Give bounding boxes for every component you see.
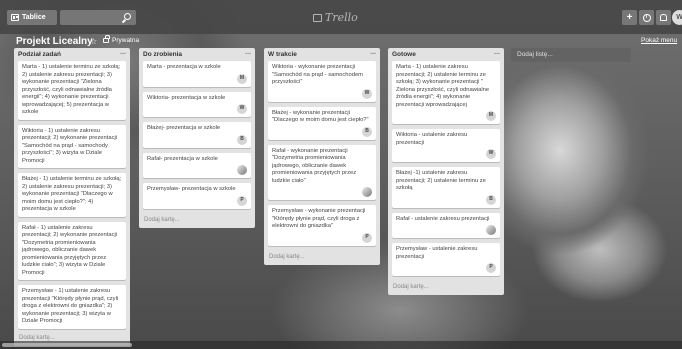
- card-title: Przemysław - ustalenie zakresu prezentac…: [396, 246, 478, 260]
- card-title: Wiktoria - wykonanie prezentacji "Samoch…: [272, 64, 363, 85]
- member-avatar[interactable]: B: [237, 134, 247, 145]
- list-menu-icon[interactable]: ...: [120, 49, 126, 56]
- boards-button[interactable]: Tablice: [7, 10, 57, 25]
- card-title: Rafał - ustalenie zakresu prezentacji: [396, 215, 490, 222]
- card-title: Błażej - wykonanie prezentacji "Dlaczego…: [272, 109, 369, 124]
- list-header[interactable]: W trakcie ...: [264, 48, 380, 61]
- board-icon: [11, 14, 19, 21]
- boards-button-label: Tablice: [22, 14, 46, 21]
- list-card[interactable]: Rafał - ustalenie zakresu prezentacji: [392, 212, 500, 238]
- card-title: Wiktoria- prezentacja w szkole: [147, 94, 226, 101]
- user-avatar[interactable]: W: [672, 10, 682, 25]
- list-title[interactable]: Podział zadań: [18, 51, 61, 58]
- member-avatar-photo[interactable]: [362, 187, 372, 197]
- list-menu-icon[interactable]: ...: [370, 49, 376, 56]
- list-gotowe: Gotowe ... Marta - 1) ustalenie zakresu …: [388, 48, 504, 295]
- list-card[interactable]: Wiktoria - 1) ustalenie zakresu prezenta…: [18, 124, 126, 168]
- star-icon[interactable]: ☆: [90, 37, 97, 46]
- card-title: Marta - prezentacja w szkole: [147, 64, 221, 70]
- list-card[interactable]: Przemysław - wykonanie prezentacji "Któr…: [268, 205, 376, 246]
- list-card[interactable]: Wiktoria- prezentacja w szkole W: [143, 91, 251, 117]
- list-menu-icon[interactable]: ...: [494, 49, 500, 56]
- add-card-link[interactable]: Dodaj kartę...: [139, 214, 255, 228]
- card-title: Przemysław- prezentacja w szkole: [147, 186, 236, 192]
- info-icon: i: [642, 13, 651, 22]
- card-title: Błażej - 1) ustalenie terminu ze szkołą;…: [22, 176, 122, 212]
- search-input[interactable]: [60, 10, 136, 25]
- list-podzial-zadan: Podział zadań ... Marta - 1) ustalenie t…: [14, 48, 130, 346]
- plus-icon: +: [626, 11, 633, 23]
- member-avatar[interactable]: M: [237, 73, 247, 84]
- add-card-link[interactable]: Dodaj kartę...: [388, 281, 504, 295]
- trello-logo-text: Trello: [325, 11, 358, 24]
- list-title[interactable]: W trakcie: [268, 51, 297, 58]
- list-card[interactable]: Przemysław- prezentacja w szkole P: [143, 183, 251, 209]
- list-card[interactable]: Marta - prezentacja w szkole M: [143, 61, 251, 87]
- list-card[interactable]: Marta - 1) ustalenie zakresu prezentacji…: [392, 61, 500, 124]
- add-button[interactable]: +: [622, 10, 637, 25]
- card-title: Rafał - 1) ustalenie zakresu prezentacji…: [22, 224, 118, 276]
- list-w-trakcie: W trakcie ... Wiktoria - wykonanie preze…: [264, 48, 380, 265]
- list-card[interactable]: Marta - 1) ustalenie terminu ze szkołą; …: [18, 61, 126, 120]
- list-card[interactable]: Wiktoria - ustalenie zakresu prezentacji…: [392, 129, 500, 162]
- trello-logo[interactable]: Trello: [313, 11, 373, 24]
- bell-icon: [660, 14, 667, 21]
- list-card[interactable]: Wiktoria - wykonanie prezentacji "Samoch…: [268, 61, 376, 102]
- info-button[interactable]: i: [639, 10, 654, 25]
- member-avatar[interactable]: W: [362, 88, 372, 99]
- privacy-label[interactable]: Prywatna: [112, 37, 139, 44]
- member-avatar[interactable]: B: [486, 194, 496, 205]
- trello-logo-icon: [313, 13, 322, 22]
- list-card[interactable]: Przemysław - ustalenie zakresu prezentac…: [392, 243, 500, 276]
- member-avatar[interactable]: W: [486, 149, 496, 159]
- list-card[interactable]: Rafał- prezentacja w szkole: [143, 152, 251, 178]
- list-card[interactable]: Błażej- prezentacja w szkole B: [143, 122, 251, 148]
- top-bar: Tablice Trello + i W: [0, 0, 682, 34]
- add-list-button[interactable]: Dodaj listę...: [511, 48, 631, 62]
- show-menu-link[interactable]: Pokaż menu: [641, 37, 677, 44]
- search-icon[interactable]: [124, 13, 131, 20]
- member-avatar[interactable]: P: [237, 195, 247, 206]
- board-title[interactable]: Projekt Licealny: [16, 36, 93, 47]
- list-card[interactable]: Błażej - 1) ustalenie terminu ze szkołą;…: [18, 173, 126, 217]
- list-card[interactable]: Rafał - 1) ustalenie zakresu prezentacji…: [18, 221, 126, 280]
- card-title: Marta - 1) ustalenie zakresu prezentacji…: [396, 64, 490, 108]
- add-card-link[interactable]: Dodaj kartę...: [264, 251, 380, 265]
- list-menu-icon[interactable]: ...: [245, 49, 251, 56]
- list-title[interactable]: Do zrobienia: [143, 51, 182, 58]
- list-card[interactable]: Rafał - wykonanie prezentacji "Dozymetri…: [268, 144, 376, 200]
- list-header[interactable]: Do zrobienia ...: [139, 48, 255, 61]
- list-do-zrobienia: Do zrobienia ... Marta - prezentacja w s…: [139, 48, 255, 228]
- card-title: Przemysław - wykonanie prezentacji "Któr…: [272, 208, 366, 229]
- member-avatar[interactable]: P: [486, 263, 496, 273]
- card-title: Rafał- prezentacja w szkole: [147, 155, 218, 162]
- list-card[interactable]: Błażej - wykonanie prezentacji "Dlaczego…: [268, 106, 376, 140]
- list-card[interactable]: Błażej -1) ustalenie zakresu prezentacji…: [392, 167, 500, 208]
- member-avatar-photo[interactable]: [237, 165, 247, 175]
- card-title: Błażej- prezentacja w szkole: [147, 125, 221, 131]
- card-title: Rafał - wykonanie prezentacji "Dozymetri…: [272, 147, 357, 184]
- member-avatar-photo[interactable]: [486, 225, 496, 235]
- list-header[interactable]: Podział zadań ...: [14, 48, 130, 61]
- card-title: Marta - 1) ustalenie terminu ze szkołą; …: [22, 64, 121, 115]
- card-title: Wiktoria - ustalenie zakresu prezentacji: [396, 132, 468, 146]
- lock-icon: [103, 35, 110, 43]
- list-header[interactable]: Gotowe ...: [388, 48, 504, 61]
- card-title: Wiktoria - 1) ustalenie zakresu prezenta…: [22, 127, 118, 164]
- card-title: Przemysław - 1) ustalenie zakresu prezen…: [22, 288, 119, 324]
- list-card[interactable]: Przemysław - 1) ustalenie zakresu prezen…: [18, 285, 126, 329]
- add-list-label: Dodaj listę...: [517, 51, 553, 58]
- member-avatar[interactable]: W: [237, 104, 247, 114]
- member-avatar[interactable]: B: [362, 126, 372, 137]
- member-avatar[interactable]: M: [486, 111, 496, 121]
- member-avatar[interactable]: P: [362, 232, 372, 243]
- card-title: Błażej -1) ustalenie zakresu prezentacji…: [396, 170, 486, 191]
- notifications-button[interactable]: [656, 10, 671, 25]
- scrollbar-thumb[interactable]: [2, 343, 132, 347]
- list-title[interactable]: Gotowe: [392, 51, 416, 58]
